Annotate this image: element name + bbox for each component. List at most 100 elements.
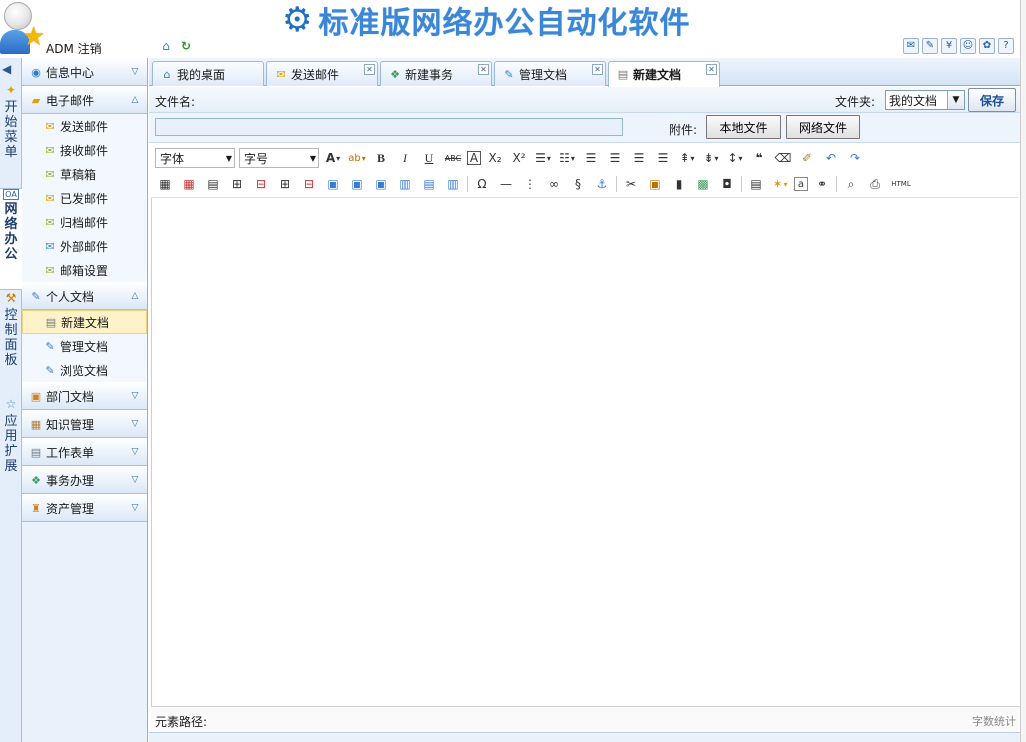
align-center-icon[interactable]: ☰ <box>629 148 649 168</box>
html-source-icon[interactable]: HTML <box>889 174 913 194</box>
sidebar-item-new-doc[interactable]: ▤新建文档 <box>22 310 147 334</box>
font-color-icon[interactable]: A <box>323 148 343 168</box>
folder-select[interactable]: 我的文档 ▼ <box>885 90 965 110</box>
delete-table-icon[interactable]: ▦ <box>179 174 199 194</box>
delete-row-icon[interactable]: ⊟ <box>251 174 271 194</box>
chevron-down-icon[interactable]: ▽ <box>129 502 141 514</box>
save-button[interactable]: 保存 <box>968 88 1016 112</box>
align-justify-icon[interactable]: ☰ <box>605 148 625 168</box>
sidebar-section-personal-docs[interactable]: ✎ 个人文档 △ <box>22 282 147 310</box>
blockquote-icon[interactable]: ❝ <box>749 148 769 168</box>
font-border-icon[interactable]: A <box>467 151 481 165</box>
eraser-icon[interactable]: ⌫ <box>773 148 793 168</box>
preview-icon[interactable]: ⌕ <box>841 174 861 194</box>
merge-cells-icon[interactable]: ▣ <box>323 174 343 194</box>
note-icon[interactable]: ✎ <box>922 38 938 54</box>
close-icon[interactable]: ✕ <box>592 64 603 75</box>
paste-icon[interactable]: ▤ <box>746 174 766 194</box>
sidebar-item-sent[interactable]: ✉已发邮件 <box>22 186 147 210</box>
anchor-icon[interactable]: ⚓ <box>592 174 612 194</box>
help-icon[interactable]: ? <box>998 38 1014 54</box>
subscript-icon[interactable]: X₂ <box>485 148 505 168</box>
sidebar-section-dept-docs[interactable]: ▣ 部门文档 ▽ <box>22 382 147 410</box>
sidebar-item-send-mail[interactable]: ✉发送邮件 <box>22 114 147 138</box>
network-file-button[interactable]: 网络文件 <box>786 115 860 139</box>
ordered-list-icon[interactable]: ☰ <box>533 148 553 168</box>
horizontal-rule-icon[interactable]: — <box>496 174 516 194</box>
insert-col-icon[interactable]: ⊞ <box>275 174 295 194</box>
sidebar-item-manage-docs[interactable]: ✎管理文档 <box>22 334 147 358</box>
sidebar-section-info-center[interactable]: ◉ 信息中心 ▽ <box>22 58 147 86</box>
highlight-color-icon[interactable]: ab <box>347 148 367 168</box>
format-painter-icon[interactable]: ✐ <box>797 148 817 168</box>
font-size-select[interactable]: 字号▼ <box>239 148 319 168</box>
local-file-button[interactable]: 本地文件 <box>706 115 781 139</box>
insert-row-icon[interactable]: ⊞ <box>227 174 247 194</box>
superscript-icon[interactable]: X² <box>509 148 529 168</box>
chat-icon[interactable]: ✉ <box>903 38 919 54</box>
close-icon[interactable]: ✕ <box>364 64 375 75</box>
tab-new-affair[interactable]: ❖ 新建事务 ✕ <box>380 61 492 86</box>
font-family-select[interactable]: 字体▼ <box>155 148 235 168</box>
chevron-down-icon[interactable]: ▽ <box>129 66 141 78</box>
tab-manage-docs[interactable]: ✎ 管理文档 ✕ <box>494 61 606 86</box>
filename-input[interactable] <box>155 118 623 136</box>
sidebar-item-receive-mail[interactable]: ✉接收邮件 <box>22 138 147 162</box>
unlink-icon[interactable]: § <box>568 174 588 194</box>
insert-image-icon[interactable]: ▣ <box>645 174 665 194</box>
yen-icon[interactable]: ¥ <box>941 38 957 54</box>
table-caption-icon[interactable]: ▤ <box>203 174 223 194</box>
collapse-arrow-icon[interactable]: ◀ <box>2 62 11 76</box>
refresh-icon[interactable]: ↻ <box>178 38 194 54</box>
sidebar-item-browse-docs[interactable]: ✎浏览文档 <box>22 358 147 382</box>
link-icon[interactable]: ∞ <box>544 174 564 194</box>
undo-icon[interactable]: ↶ <box>821 148 841 168</box>
chevron-up-icon[interactable]: △ <box>129 290 141 302</box>
unordered-list-icon[interactable]: ☷ <box>557 148 577 168</box>
merge-right-icon[interactable]: ▣ <box>347 174 367 194</box>
split-rows-icon[interactable]: ▤ <box>419 174 439 194</box>
strikethrough-icon[interactable]: ABC <box>443 148 463 168</box>
close-icon[interactable]: ✕ <box>478 64 489 75</box>
vtab-control-panel[interactable]: ⚒ 控 制 面 板 <box>0 290 22 398</box>
sidebar-section-email[interactable]: ▰ 电子邮件 △ <box>22 86 147 114</box>
vtab-start-menu[interactable]: ✦ 开 始 菜 单 <box>0 82 22 190</box>
sidebar-section-assets[interactable]: ♜ 资产管理 ▽ <box>22 494 147 522</box>
close-icon[interactable]: ✕ <box>706 64 717 75</box>
user-logout-label[interactable]: ADM 注销 <box>46 40 102 57</box>
paragraph-spacing-top-icon[interactable]: ⇞ <box>677 148 697 168</box>
paragraph-spacing-bottom-icon[interactable]: ⇟ <box>701 148 721 168</box>
align-right-icon[interactable]: ☰ <box>653 148 673 168</box>
sidebar-item-mail-settings[interactable]: ✉邮箱设置 <box>22 258 147 282</box>
wizard-icon[interactable]: ✶ <box>770 174 790 194</box>
vtab-extensions[interactable]: ☆ 应 用 扩 展 <box>0 396 22 504</box>
sidebar-item-external[interactable]: ✉外部邮件 <box>22 234 147 258</box>
find-replace-icon[interactable]: ⚭ <box>812 174 832 194</box>
insert-picture-icon[interactable]: ▩ <box>693 174 713 194</box>
line-height-icon[interactable]: ↕ <box>725 148 745 168</box>
delete-col-icon[interactable]: ⊟ <box>299 174 319 194</box>
page-break-icon[interactable]: ⋮ <box>520 174 540 194</box>
home-icon[interactable]: ⌂ <box>158 38 174 54</box>
attachment-icon[interactable]: ✂ <box>621 174 641 194</box>
chevron-down-icon[interactable]: ▽ <box>129 390 141 402</box>
settings-icon[interactable]: ✿ <box>979 38 995 54</box>
word-count-label[interactable]: 字数统计 <box>972 713 1016 729</box>
redo-icon[interactable]: ↷ <box>845 148 865 168</box>
insert-video-icon[interactable]: ▮ <box>669 174 689 194</box>
split-cells-icon[interactable]: ▥ <box>395 174 415 194</box>
insert-map-icon[interactable]: ◘ <box>717 174 737 194</box>
italic-icon[interactable]: I <box>395 148 415 168</box>
tab-send-mail[interactable]: ✉ 发送邮件 ✕ <box>266 61 378 86</box>
special-chars-icon[interactable]: Ω <box>472 174 492 194</box>
sidebar-item-drafts[interactable]: ✉草稿箱 <box>22 162 147 186</box>
vtab-office[interactable]: OA 网 络 办 公 <box>0 188 22 290</box>
insert-table-icon[interactable]: ▦ <box>155 174 175 194</box>
merge-down-icon[interactable]: ▣ <box>371 174 391 194</box>
bold-icon[interactable]: B <box>371 148 391 168</box>
print-icon[interactable]: ⎙ <box>865 174 885 194</box>
chevron-down-icon[interactable]: ▼ <box>947 91 964 109</box>
align-left-icon[interactable]: ☰ <box>581 148 601 168</box>
underline-icon[interactable]: U <box>419 148 439 168</box>
contact-icon[interactable]: ☺ <box>960 38 976 54</box>
